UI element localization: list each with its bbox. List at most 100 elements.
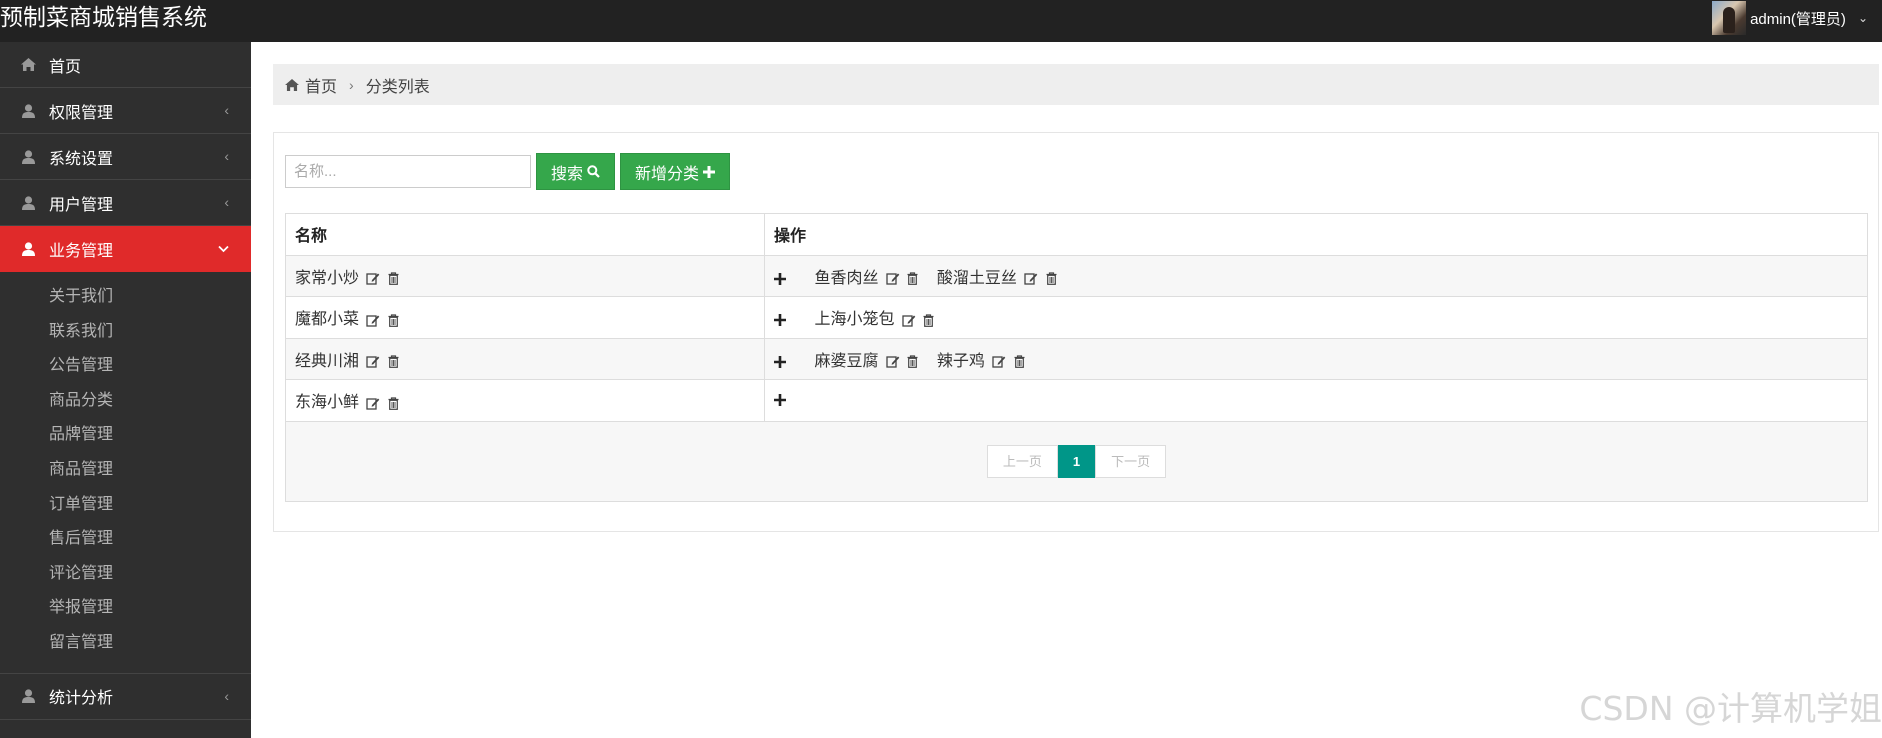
trash-icon[interactable] <box>1046 272 1057 285</box>
chevron-left-icon: ‹ <box>224 687 229 704</box>
toolbar: 搜索 新增分类 <box>285 153 731 190</box>
trash-icon[interactable] <box>907 355 918 368</box>
business-submenu: 关于我们 联系我们 公告管理 商品分类 品牌管理 商品管理 订单管理 售后管理 … <box>0 272 251 674</box>
home-icon <box>285 78 299 91</box>
trash-icon[interactable] <box>1014 355 1025 368</box>
category-cell: 家常小炒 <box>285 254 765 297</box>
trash-icon[interactable] <box>388 313 399 327</box>
edit-icon[interactable] <box>366 314 380 327</box>
chevron-down-icon[interactable]: ⌄ <box>1858 11 1868 25</box>
watermark: CSDN @计算机学姐 <box>1579 689 1882 728</box>
sidebar-subitem-orders[interactable]: 订单管理 <box>0 488 251 523</box>
sidebar-item-users[interactable]: 用户管理 ‹ <box>0 180 251 226</box>
add-child-icon[interactable] <box>774 394 786 407</box>
edit-icon[interactable] <box>366 397 380 410</box>
prev-page-button[interactable]: 上一页 <box>986 444 1058 478</box>
chevron-down-icon <box>218 240 229 256</box>
edit-icon[interactable] <box>902 314 916 327</box>
trash-icon[interactable] <box>923 313 934 327</box>
chevron-left-icon: ‹ <box>224 194 229 210</box>
trash-icon[interactable] <box>388 272 399 285</box>
table-row: 经典川湘 麻婆豆腐 辣子鸡 <box>285 337 1868 380</box>
add-child-icon[interactable] <box>774 272 786 285</box>
sidebar-subitem-about[interactable]: 关于我们 <box>0 280 251 315</box>
child-item: 上海小笼包 <box>814 311 934 328</box>
add-category-button[interactable]: 新增分类 <box>620 153 731 190</box>
child-name: 酸溜土豆丝 <box>936 269 1017 287</box>
sidebar-item-business[interactable]: 业务管理 <box>0 226 251 272</box>
category-name: 家常小炒 <box>295 269 360 287</box>
actions-cell: 麻婆豆腐 辣子鸡 <box>764 337 1868 380</box>
category-name: 东海小鲜 <box>295 394 360 412</box>
child-name: 上海小笼包 <box>814 311 895 329</box>
page-1-button[interactable]: 1 <box>1057 444 1096 478</box>
user-icon <box>20 103 36 119</box>
search-button[interactable]: 搜索 <box>536 153 616 190</box>
add-child-icon[interactable] <box>774 355 786 368</box>
actions-cell <box>764 379 1868 422</box>
pagination: 上一页 1 下一页 <box>986 444 1167 478</box>
table-header-row: 名称 操作 <box>285 213 1868 256</box>
breadcrumb-home[interactable]: 首页 <box>305 73 337 97</box>
edit-icon[interactable] <box>886 272 900 285</box>
sidebar-item-label: 系统设置 <box>49 150 114 168</box>
sidebar-subitem-categories[interactable]: 商品分类 <box>0 384 251 419</box>
category-name: 魔都小菜 <box>295 311 360 329</box>
sidebar-item-label: 首页 <box>49 58 82 76</box>
sidebar-item-home[interactable]: 首页 <box>0 42 251 88</box>
sidebar-subitem-messages[interactable]: 留言管理 <box>0 626 251 661</box>
user-icon <box>20 241 36 257</box>
child-item: 辣子鸡 <box>937 353 1025 370</box>
user-menu[interactable]: admin(管理员) ⌄ <box>1712 0 1868 36</box>
add-child-icon[interactable] <box>774 314 786 327</box>
child-name: 鱼香肉丝 <box>814 269 879 287</box>
plus-icon <box>703 165 716 178</box>
chevron-left-icon: ‹ <box>224 148 229 164</box>
user-name[interactable]: admin(管理员) <box>1750 8 1846 29</box>
user-icon <box>20 688 36 704</box>
edit-icon[interactable] <box>886 355 900 368</box>
sidebar-item-statistics[interactable]: 统计分析 ‹ <box>0 674 251 720</box>
top-bar: 预制菜商城销售系统 admin(管理员) ⌄ <box>0 0 1882 42</box>
trash-icon[interactable] <box>907 272 918 285</box>
table-row: 魔都小菜 上海小笼包 <box>285 296 1868 339</box>
chevron-left-icon: ‹ <box>224 102 229 118</box>
table-row: 家常小炒 鱼香肉丝 酸溜土豆丝 <box>285 254 1868 297</box>
sidebar-subitem-notices[interactable]: 公告管理 <box>0 349 251 384</box>
chevron-right-icon: › <box>349 76 354 93</box>
edit-icon[interactable] <box>992 355 1006 368</box>
child-item: 鱼香肉丝 <box>814 270 922 287</box>
breadcrumb: 首页 › 分类列表 <box>273 64 1879 105</box>
trash-icon[interactable] <box>388 355 399 368</box>
actions-cell: 鱼香肉丝 酸溜土豆丝 <box>764 254 1868 297</box>
sidebar-item-permissions[interactable]: 权限管理 ‹ <box>0 88 251 134</box>
search-input[interactable] <box>285 155 531 188</box>
search-icon <box>587 165 600 178</box>
pager-row: 上一页 1 下一页 <box>285 420 1868 502</box>
avatar[interactable] <box>1712 1 1747 35</box>
sidebar-subitem-reports[interactable]: 举报管理 <box>0 591 251 626</box>
child-item: 酸溜土豆丝 <box>937 270 1057 287</box>
sidebar-item-label: 用户管理 <box>49 196 114 214</box>
sidebar-item-label: 业务管理 <box>49 243 114 260</box>
sidebar-subitem-reviews[interactable]: 评论管理 <box>0 557 251 592</box>
category-cell: 魔都小菜 <box>285 296 765 339</box>
add-category-label: 新增分类 <box>635 165 700 183</box>
edit-icon[interactable] <box>366 272 380 285</box>
sidebar-subitem-products[interactable]: 商品管理 <box>0 453 251 488</box>
edit-icon[interactable] <box>366 355 380 368</box>
sidebar-subitem-brands[interactable]: 品牌管理 <box>0 418 251 453</box>
breadcrumb-current: 分类列表 <box>365 78 430 96</box>
column-header-name: 名称 <box>285 213 765 256</box>
sidebar-subitem-contact[interactable]: 联系我们 <box>0 315 251 350</box>
sidebar-subitem-after-sales[interactable]: 售后管理 <box>0 522 251 557</box>
app-title: 预制菜商城销售系统 <box>0 4 207 30</box>
user-icon <box>20 149 36 165</box>
trash-icon[interactable] <box>388 396 399 410</box>
next-page-button[interactable]: 下一页 <box>1095 444 1167 478</box>
child-name: 麻婆豆腐 <box>814 352 879 370</box>
table-row: 东海小鲜 <box>285 379 1868 422</box>
edit-icon[interactable] <box>1024 272 1038 285</box>
category-cell: 经典川湘 <box>285 337 765 380</box>
sidebar-item-settings[interactable]: 系统设置 ‹ <box>0 134 251 180</box>
